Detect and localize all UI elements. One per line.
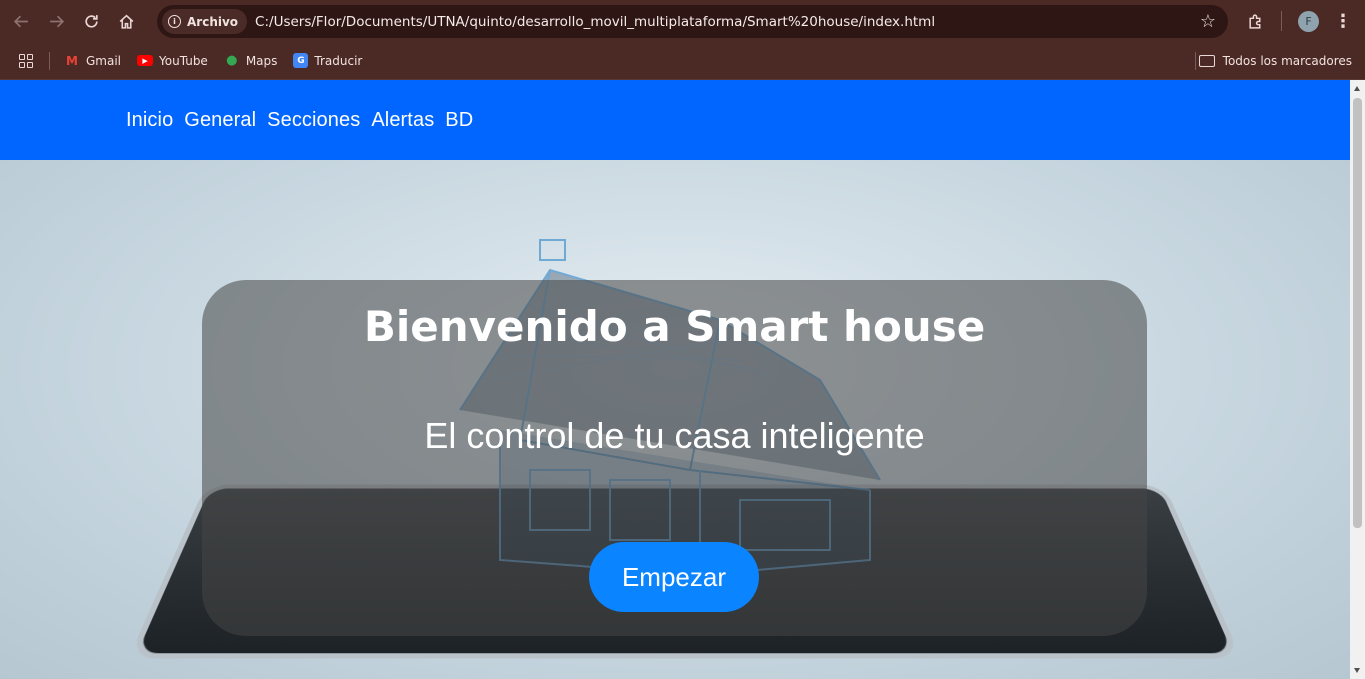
bookmark-maps[interactable]: ● Maps (224, 53, 278, 68)
nav-item-general[interactable]: General (184, 109, 256, 132)
home-icon (119, 14, 133, 29)
hero-subtitle: El control de tu casa inteligente (424, 415, 925, 456)
back-button[interactable] (7, 7, 35, 35)
apps-grid-icon[interactable] (19, 53, 33, 68)
home-button[interactable] (112, 7, 140, 35)
more-menu-icon[interactable]: ⋮ (1334, 0, 1352, 42)
reload-button[interactable] (77, 7, 105, 35)
youtube-icon: ▶ (137, 55, 154, 66)
bookmark-label: Maps (245, 53, 278, 68)
browser-toolbar: i Archivo C:/Users/Flor/Documents/UTNA/q… (0, 0, 1365, 42)
profile-avatar[interactable]: F (1298, 11, 1319, 32)
translate-icon: G (293, 53, 309, 68)
bookmark-label: Traducir (314, 53, 363, 68)
reload-icon (84, 14, 98, 28)
all-bookmarks-button[interactable]: Todos los marcadores (1198, 53, 1352, 68)
start-button[interactable]: Empezar (589, 542, 759, 612)
forward-button[interactable] (42, 7, 70, 35)
bookmarks-bar: M Gmail ▶ YouTube ● Maps G Traducir Todo… (0, 42, 1365, 80)
site-info-chip[interactable]: i Archivo (162, 9, 248, 34)
info-icon: i (168, 15, 181, 28)
all-bookmarks-label: Todos los marcadores (1222, 53, 1352, 68)
extensions-button[interactable] (1243, 0, 1267, 42)
gmail-icon: M (66, 53, 78, 68)
url-text[interactable]: C:/Users/Flor/Documents/UTNA/quinto/desa… (255, 14, 935, 30)
arrow-right-icon (49, 15, 64, 27)
page-scrollbar[interactable] (1350, 80, 1365, 679)
bookmarks-divider-right (1195, 51, 1196, 70)
address-bar[interactable]: i Archivo C:/Users/Flor/Documents/UTNA/q… (157, 5, 1228, 38)
nav-item-secciones[interactable]: Secciones (267, 109, 360, 132)
maps-icon: ● (226, 53, 238, 68)
scrollbar-thumb[interactable] (1353, 98, 1362, 528)
bookmark-translate[interactable]: G Traducir (293, 53, 362, 68)
arrow-left-icon (13, 15, 28, 27)
main-navbar: Inicio General Secciones Alertas BD (0, 80, 1350, 160)
nav-item-inicio[interactable]: Inicio (126, 109, 173, 132)
scroll-up-icon[interactable] (1354, 86, 1360, 91)
hero-card: Bienvenido a Smart house El control de t… (202, 280, 1147, 636)
folder-icon (1198, 54, 1215, 67)
bookmark-youtube[interactable]: ▶ YouTube (137, 54, 208, 68)
scroll-down-icon[interactable] (1354, 668, 1360, 673)
hero-title: Bienvenido a Smart house (363, 302, 986, 351)
page-viewport: Inicio General Secciones Alertas BD Bien… (0, 80, 1365, 679)
toolbar-divider (1281, 11, 1282, 31)
bookmark-label: Gmail (86, 53, 122, 68)
bookmark-gmail[interactable]: M Gmail (64, 54, 121, 68)
bookmarks-divider (49, 51, 50, 70)
site-info-label: Archivo (187, 14, 239, 29)
puzzle-icon (1248, 13, 1260, 29)
nav-item-bd[interactable]: BD (445, 109, 473, 132)
nav-item-alertas[interactable]: Alertas (371, 109, 434, 132)
bookmark-star-icon[interactable]: ☆ (1200, 11, 1216, 32)
bookmark-label: YouTube (159, 53, 208, 68)
